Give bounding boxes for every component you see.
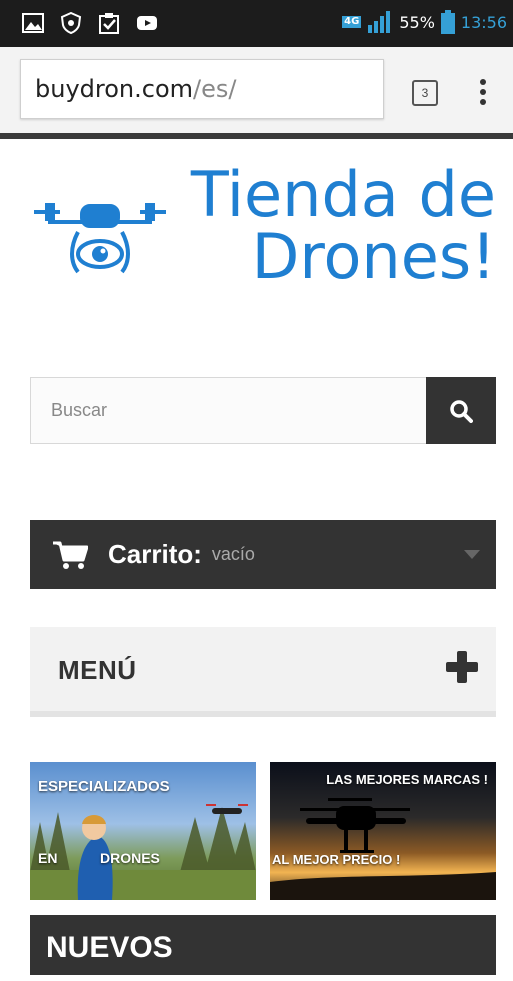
clipboard-check-icon	[99, 13, 119, 34]
url-path: /es/	[193, 75, 237, 103]
search-input[interactable]: Buscar	[30, 377, 427, 444]
logo-text: Tienda de Drones!	[168, 164, 496, 288]
url-field[interactable]: buydron.com/es/	[20, 59, 384, 119]
search-bar: Buscar	[30, 377, 496, 444]
plus-icon	[446, 651, 478, 683]
banner-right-title: LAS MEJORES MARCAS !	[326, 772, 488, 787]
cart-status: vacío	[211, 544, 255, 564]
chevron-down-icon	[464, 550, 480, 559]
logo-line-1: Tienda de	[190, 158, 496, 231]
menu-toggle[interactable]: MENÚ	[30, 627, 496, 717]
battery-percent: 55%	[399, 12, 435, 32]
system-indicators: 4G 55% 13:56	[342, 10, 507, 34]
image-icon	[22, 13, 44, 33]
notification-icons	[22, 12, 158, 34]
banner-left-line2a: EN	[38, 850, 58, 866]
clock: 13:56	[460, 12, 507, 32]
browser-toolbar: buydron.com/es/ 3	[0, 47, 513, 139]
menu-label: MENÚ	[58, 655, 137, 685]
shield-icon	[60, 12, 82, 34]
banner-left-title: ESPECIALIZADOS	[38, 778, 170, 795]
cart-label: Carrito:	[108, 539, 202, 569]
url-host: buydron.com	[35, 75, 194, 103]
section-title-nuevos: NUEVOS	[30, 915, 496, 975]
battery-icon	[440, 10, 455, 34]
logo-line-2: Drones!	[251, 220, 496, 293]
search-button[interactable]	[426, 377, 496, 444]
signal-icon	[368, 11, 391, 33]
banner-left-line2b: DRONES	[100, 850, 160, 866]
banner-mejores-marcas[interactable]: LAS MEJORES MARCAS ! AL MEJOR PRECIO !	[270, 762, 496, 900]
shopping-cart-icon	[53, 541, 88, 569]
site-logo[interactable]: Tienda de Drones!	[30, 164, 496, 304]
overflow-menu-icon[interactable]	[480, 79, 488, 105]
banner-right-subtitle: AL MEJOR PRECIO !	[272, 852, 401, 867]
drone-eye-logo-icon	[34, 203, 166, 274]
status-bar: 4G 55% 13:56	[0, 0, 513, 47]
search-icon	[450, 399, 473, 423]
youtube-icon	[137, 16, 157, 30]
banner-especializados[interactable]: ESPECIALIZADOS EN DRONES	[30, 762, 256, 900]
network-type-badge: 4G	[342, 16, 362, 28]
cart-dropdown[interactable]: Carrito: vacío	[30, 520, 496, 589]
tabs-button[interactable]: 3	[412, 80, 438, 106]
